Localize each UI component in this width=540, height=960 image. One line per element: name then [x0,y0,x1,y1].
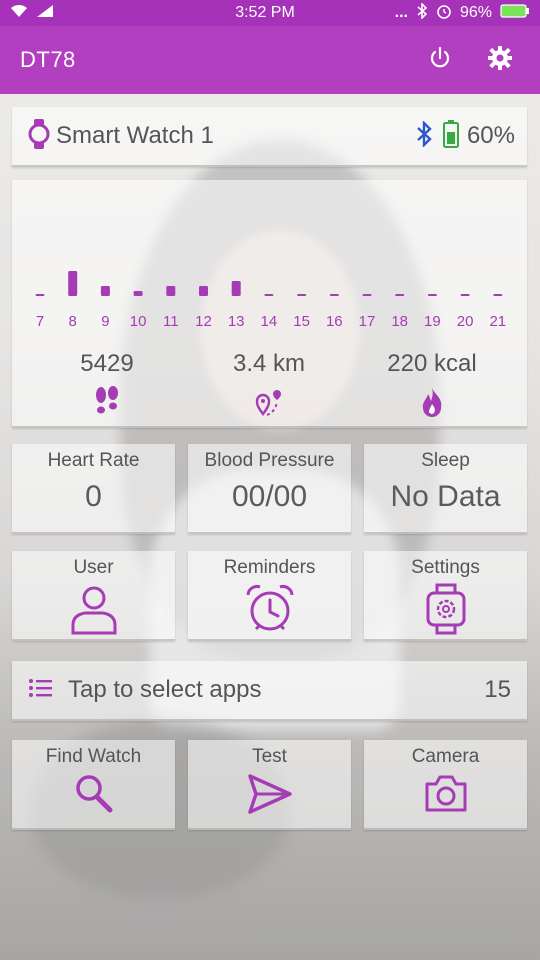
chart-bar-16 [329,294,339,296]
select-apps-label: Tap to select apps [68,676,262,703]
hourly-steps-chart: 7 8 9 10 11 12 13 14 15 16 17 18 19 20 21 [35,271,506,330]
chart-tick-10: 10 [130,313,147,330]
chart-tick-17: 17 [359,313,376,330]
settings-label: Settings [411,557,480,578]
status-time: 3:52 PM [235,4,295,21]
device-name: Smart Watch 1 [56,122,214,149]
heart-rate-tile[interactable]: Heart Rate 0 [12,444,175,534]
chart-bar-18 [395,294,405,296]
chart-bar-9 [100,286,110,296]
device-battery-percent: 60% [466,122,515,149]
chart-tick-9: 9 [101,313,109,330]
power-button[interactable] [420,40,460,80]
reminders-label: Reminders [223,557,316,578]
heart-rate-value: 0 [85,480,102,513]
camera-icon [423,772,469,819]
calories-value: 220 kcal [387,350,477,377]
sleep-label: Sleep [421,450,470,471]
test-label: Test [252,746,287,767]
steps-stat: 5429 [27,350,187,421]
flame-icon [419,386,445,423]
user-icon [69,583,119,640]
steps-value: 5429 [80,350,134,377]
chart-tick-11: 11 [163,313,179,330]
selected-apps-count: 15 [484,676,511,703]
alarm-status-icon [436,3,452,24]
user-tile[interactable]: User [12,551,175,641]
chart-bar-21 [493,294,503,296]
chart-tick-14: 14 [261,313,278,330]
search-icon [72,772,116,821]
device-card[interactable]: Smart Watch 1 60% [12,107,527,167]
battery-icon [442,119,459,153]
watch-settings-icon [425,583,467,640]
chart-tick-12: 12 [195,313,212,330]
test-tile[interactable]: Test [188,740,351,830]
activity-card[interactable]: 7 8 9 10 11 12 13 14 15 16 17 18 19 20 21 5429 3.4 km … [12,180,527,428]
sleep-value: No Data [390,480,501,513]
settings-tile[interactable]: Settings [364,551,527,641]
chart-tick-13: 13 [228,313,245,330]
user-label: User [73,557,114,578]
heart-rate-label: Heart Rate [47,450,140,471]
reminders-tile[interactable]: Reminders [188,551,351,641]
chart-bar-10 [133,291,143,296]
blood-pressure-label: Blood Pressure [204,450,335,471]
sleep-tile[interactable]: Sleep No Data [364,444,527,534]
chart-tick-19: 19 [424,313,441,330]
chart-tick-7: 7 [36,313,44,330]
chart-bar-19 [427,294,437,296]
watch-icon [28,118,50,154]
distance-stat: 3.4 km [189,350,349,423]
chart-bar-14 [264,294,274,296]
chart-tick-18: 18 [391,313,408,330]
chart-bar-8 [68,271,78,296]
chart-bar-20 [460,294,470,296]
send-icon [246,772,294,821]
blood-pressure-tile[interactable]: Blood Pressure 00/00 [188,444,351,534]
bluetooth-status-icon [416,1,428,24]
chart-tick-15: 15 [293,313,310,330]
battery-status-icon [500,3,530,23]
chart-bar-17 [362,294,372,296]
app-title: DT78 [20,47,76,72]
chart-bar-12 [199,286,208,296]
status-bar: 3:52 PM ... 96% [0,0,540,26]
chart-bar-11 [166,286,176,296]
alarm-clock-icon [244,583,296,640]
chart-bar-13 [231,281,241,296]
power-icon [427,45,453,76]
list-icon [28,678,52,703]
chart-bar-7 [35,294,45,296]
find-watch-tile[interactable]: Find Watch [12,740,175,830]
settings-button[interactable] [480,40,520,80]
app-bar: DT78 [0,26,540,94]
footprints-icon [93,386,121,421]
camera-label: Camera [411,746,480,767]
route-pin-icon [253,386,285,423]
calories-stat: 220 kcal [352,350,512,423]
bluetooth-icon [415,119,433,152]
find-watch-label: Find Watch [45,746,142,767]
camera-tile[interactable]: Camera [364,740,527,830]
signal-icon [36,4,54,23]
chart-tick-8: 8 [69,313,77,330]
chart-tick-21: 21 [489,313,506,330]
wifi-icon [10,4,28,23]
more-dots: ... [394,4,408,21]
gear-icon [486,44,514,77]
chart-tick-16: 16 [326,313,343,330]
battery-percent: 96% [459,4,492,21]
distance-value: 3.4 km [232,350,306,377]
blood-pressure-value: 00/00 [231,480,308,513]
chart-tick-20: 20 [457,313,474,330]
select-apps-bar[interactable]: Tap to select apps 15 [12,661,527,721]
chart-bar-15 [297,294,307,296]
